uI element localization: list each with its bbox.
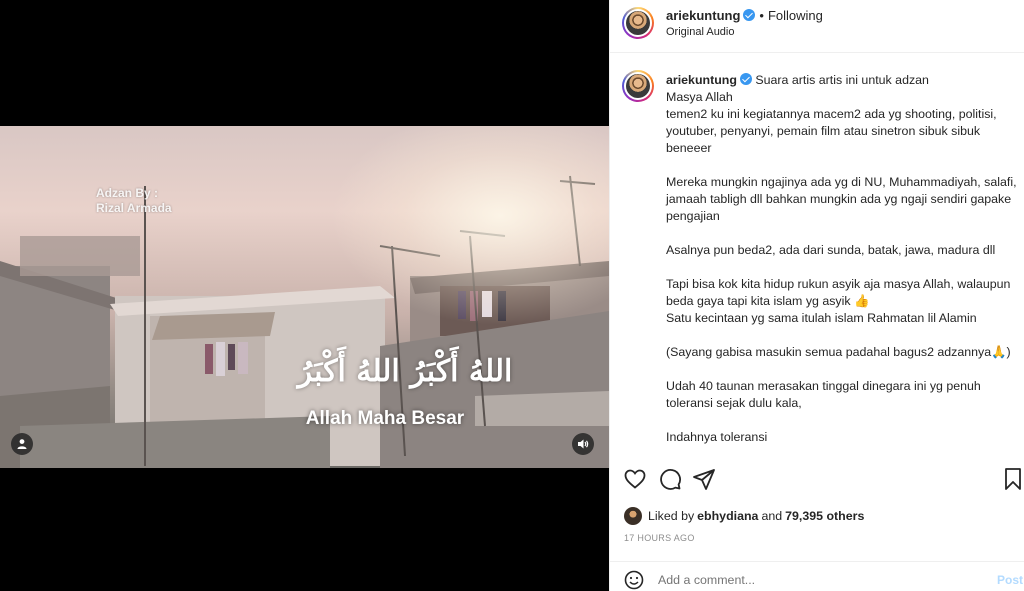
likes-count[interactable]: 79,395 others xyxy=(785,509,864,523)
sound-toggle-button[interactable] xyxy=(572,433,594,455)
add-comment-bar: Post xyxy=(610,561,1024,591)
bookmark-icon[interactable] xyxy=(1003,467,1023,491)
caption-body: Masya Allah temen2 ku ini kegiatannya ma… xyxy=(666,90,1017,444)
comment-input[interactable] xyxy=(658,573,958,587)
speaker-icon xyxy=(578,439,589,449)
separator-dot: • xyxy=(759,8,764,23)
liker-avatar[interactable] xyxy=(624,507,642,525)
video-player[interactable]: Adzan By : Rizal Armada اللهُ أَكْبَرُ ا… xyxy=(0,126,609,468)
liker-username[interactable]: ebhydiana xyxy=(697,509,758,523)
light-glow xyxy=(330,126,609,326)
video-caption: Allah Maha Besar xyxy=(305,408,465,429)
header-username[interactable]: ariekuntung xyxy=(666,8,740,23)
original-audio-link[interactable]: Original Audio xyxy=(666,26,735,38)
likes-middle: and xyxy=(761,509,783,523)
post-panel: ariekuntung • Following Original Audio ari… xyxy=(609,0,1024,591)
likes-summary: Liked by ebhydiana and 79,395 others xyxy=(624,507,867,525)
avatar[interactable] xyxy=(622,7,654,39)
heart-icon[interactable] xyxy=(623,467,647,491)
post-header: ariekuntung • Following Original Audio xyxy=(610,0,1024,53)
caption-avatar[interactable] xyxy=(622,70,654,102)
post-comment-button[interactable]: Post xyxy=(997,573,1023,587)
share-icon[interactable] xyxy=(692,467,716,491)
action-bar xyxy=(610,467,1024,497)
verified-badge-icon xyxy=(739,73,752,85)
comments-area[interactable]: ariekuntung Suara artis artis ini untuk … xyxy=(610,54,1024,457)
likes-prefix: Liked by xyxy=(648,509,695,523)
credit-line-1: Adzan By : xyxy=(96,186,159,200)
media-panel: Adzan By : Rizal Armada اللهُ أَكْبَرُ ا… xyxy=(0,0,609,591)
caption-first-line: Suara artis artis ini untuk adzan xyxy=(755,73,929,87)
arabic-caption: اللهُ أَكْبَرُ اللهُ أَكْبَرُ xyxy=(297,354,513,389)
emoji-icon[interactable] xyxy=(624,570,644,590)
credit-line-2: Rizal Armada xyxy=(96,201,172,215)
caption-username[interactable]: ariekuntung xyxy=(666,73,737,87)
following-button[interactable]: Following xyxy=(768,8,823,23)
post-timestamp[interactable]: 17 HOURS AGO xyxy=(624,533,695,543)
post-caption: ariekuntung Suara artis artis ini untuk … xyxy=(666,72,1018,457)
comment-icon[interactable] xyxy=(658,467,682,491)
tagged-users-button[interactable] xyxy=(11,433,33,455)
header-title: ariekuntung • Following xyxy=(666,8,823,23)
user-icon xyxy=(17,439,27,449)
video-credit: Adzan By : Rizal Armada xyxy=(96,186,172,216)
verified-badge-icon xyxy=(743,9,756,21)
